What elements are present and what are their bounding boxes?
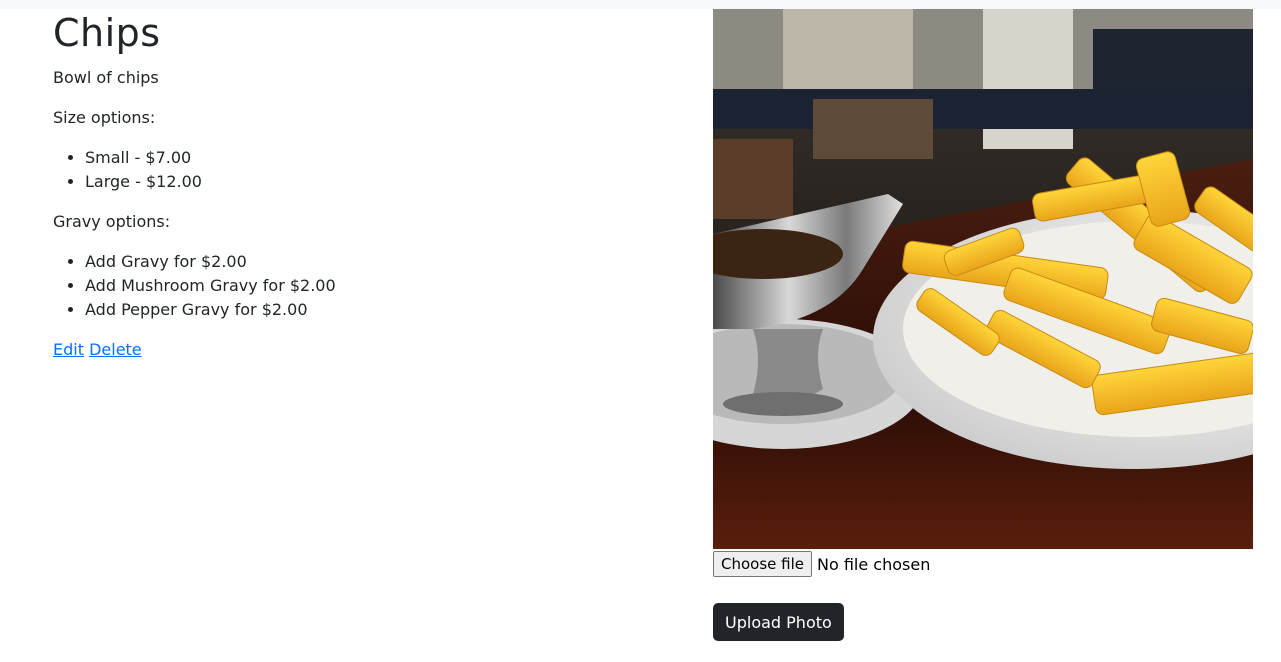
gravy-options-label: Gravy options:	[53, 212, 171, 231]
edit-link[interactable]: Edit	[53, 340, 84, 359]
item-details: Chips Bowl of chips Size options: Small …	[53, 10, 673, 362]
item-description: Bowl of chips	[53, 68, 159, 87]
upload-photo-button[interactable]: Upload Photo	[713, 603, 844, 641]
size-options-list: Small - $7.00 Large - $12.00	[53, 146, 673, 194]
photo-panel: Choose file No file chosen Upload Photo	[713, 9, 1253, 641]
file-status-text: No file chosen	[817, 554, 931, 574]
item-title: Chips	[53, 11, 161, 55]
size-option-large: Large - $12.00	[85, 170, 673, 194]
item-photo	[713, 9, 1253, 549]
size-options-label: Size options:	[53, 108, 156, 127]
size-option-small: Small - $7.00	[85, 146, 673, 170]
gravy-option-pepper: Add Pepper Gravy for $2.00	[85, 298, 673, 322]
top-bar	[0, 0, 1281, 9]
gravy-option-gravy: Add Gravy for $2.00	[85, 250, 673, 274]
gravy-options-list: Add Gravy for $2.00 Add Mushroom Gravy f…	[53, 250, 673, 322]
file-input-row: Choose file No file chosen	[713, 551, 1253, 577]
gravy-option-mushroom: Add Mushroom Gravy for $2.00	[85, 274, 673, 298]
choose-file-button[interactable]: Choose file	[713, 551, 812, 577]
item-actions: Edit Delete	[53, 338, 673, 362]
delete-link[interactable]: Delete	[89, 340, 142, 359]
